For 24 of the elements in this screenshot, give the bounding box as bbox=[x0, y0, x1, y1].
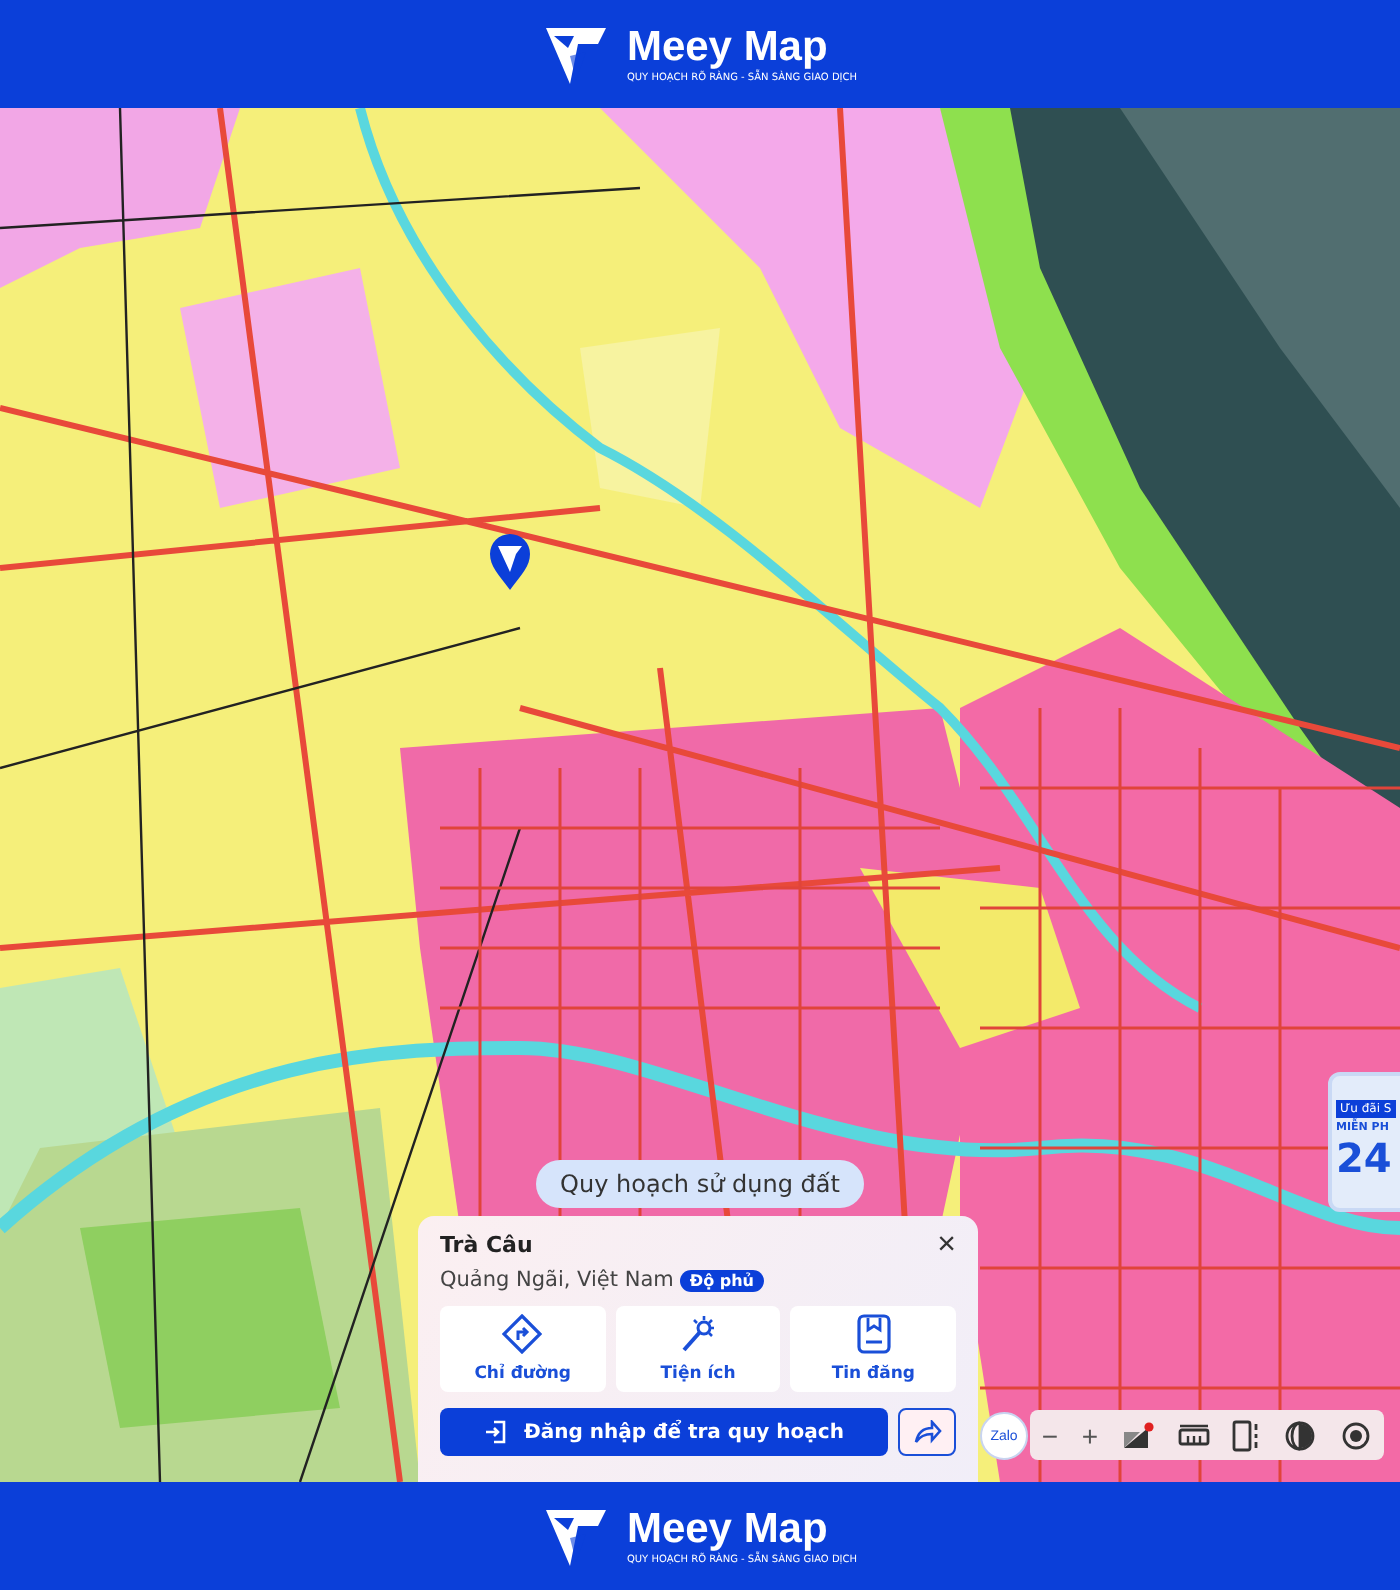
land-use-layer-button[interactable]: Quy hoạch sử dụng đất bbox=[536, 1160, 864, 1208]
magic-wand-icon bbox=[678, 1314, 718, 1354]
place-title: Trà Câu bbox=[440, 1232, 533, 1258]
login-button[interactable]: Đăng nhập để tra quy hoạch bbox=[440, 1408, 888, 1456]
brand-name: Meey Map bbox=[626, 1505, 830, 1551]
share-icon bbox=[913, 1420, 941, 1444]
zoom-in-button[interactable]: + bbox=[1081, 1421, 1099, 1449]
ruler-icon[interactable] bbox=[1177, 1421, 1210, 1449]
locate-icon[interactable] bbox=[1340, 1419, 1373, 1451]
close-button[interactable]: × bbox=[937, 1232, 956, 1260]
login-icon bbox=[484, 1420, 509, 1444]
action-button[interactable]: Tin đăng bbox=[790, 1306, 957, 1392]
brand-name: Meey Map bbox=[626, 23, 830, 69]
action-button[interactable]: Tiện ích bbox=[615, 1306, 781, 1392]
location-pin-icon bbox=[488, 532, 532, 592]
split-view-icon[interactable] bbox=[1232, 1419, 1261, 1451]
place-address: Quảng Ngãi, Việt Nam bbox=[440, 1268, 674, 1292]
action-button[interactable]: Chỉ đường bbox=[440, 1306, 606, 1392]
promo-number: 24 bbox=[1336, 1138, 1394, 1178]
document-icon bbox=[855, 1314, 892, 1354]
share-button[interactable] bbox=[898, 1408, 956, 1456]
coverage-badge: Độ phủ bbox=[679, 1269, 764, 1291]
directions-icon bbox=[502, 1314, 543, 1354]
zoom-out-button[interactable]: − bbox=[1041, 1421, 1059, 1449]
